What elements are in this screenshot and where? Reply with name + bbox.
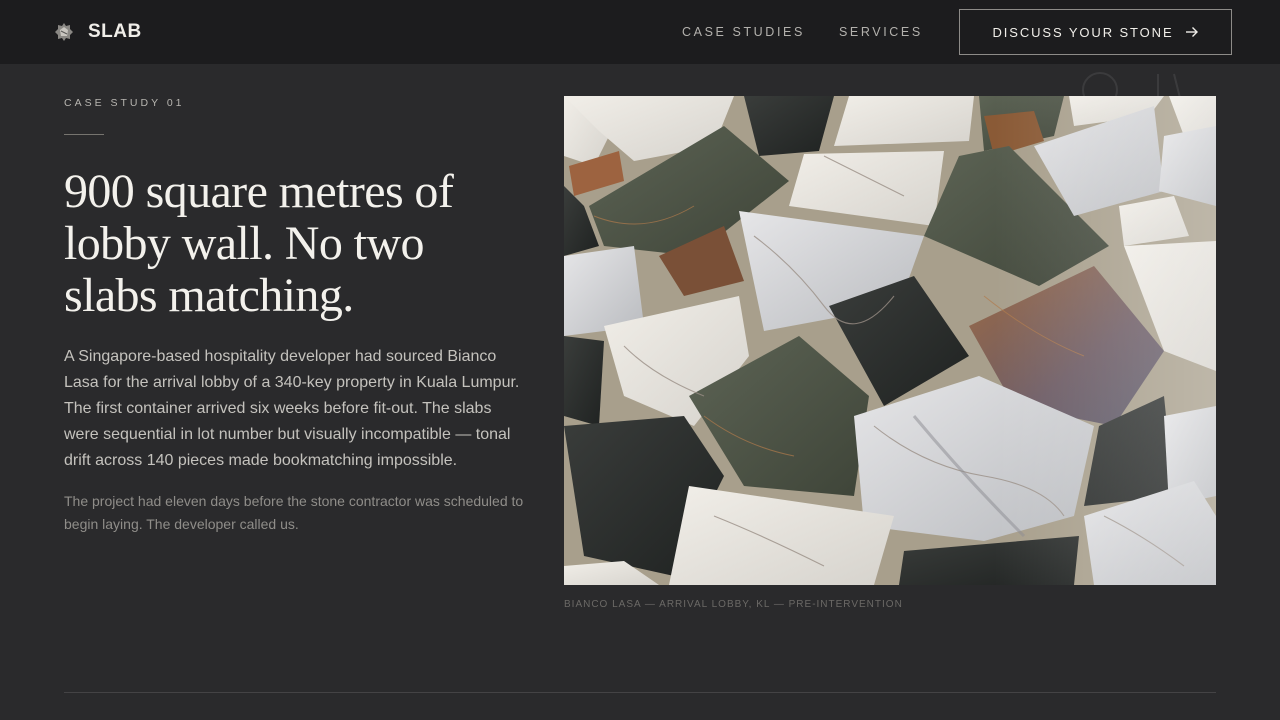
page-title: 900 square metres of lobby wall. No two … [64, 165, 454, 322]
nav-case-studies[interactable]: CASE STUDIES [682, 24, 805, 40]
brand-name: SLAB [88, 21, 142, 42]
case-followup-paragraph: The project had eleven days before the s… [64, 493, 524, 532]
brand-logo-link[interactable]: SLAB [54, 20, 142, 44]
top-navigation-bar: SLAB CASE STUDIES SERVICES DISCUSS YOUR … [0, 0, 1280, 64]
marble-terrazzo-photo [564, 96, 1216, 585]
cta-label: DISCUSS YOUR STONE [992, 24, 1174, 40]
eyebrow-divider [64, 134, 104, 135]
case-study-eyebrow: CASE STUDY 01 [64, 97, 185, 109]
arrow-right-icon [1185, 26, 1199, 38]
case-intro-paragraph: A Singapore-based hospitality developer … [64, 348, 520, 469]
discuss-your-stone-button[interactable]: DISCUSS YOUR STONE [959, 9, 1232, 55]
nav-services[interactable]: SERVICES [839, 24, 923, 40]
section-divider [64, 692, 1216, 693]
image-caption: BIANCO LASA — ARRIVAL LOBBY, KL — PRE-IN… [564, 599, 903, 610]
stone-badge-icon [54, 22, 74, 42]
